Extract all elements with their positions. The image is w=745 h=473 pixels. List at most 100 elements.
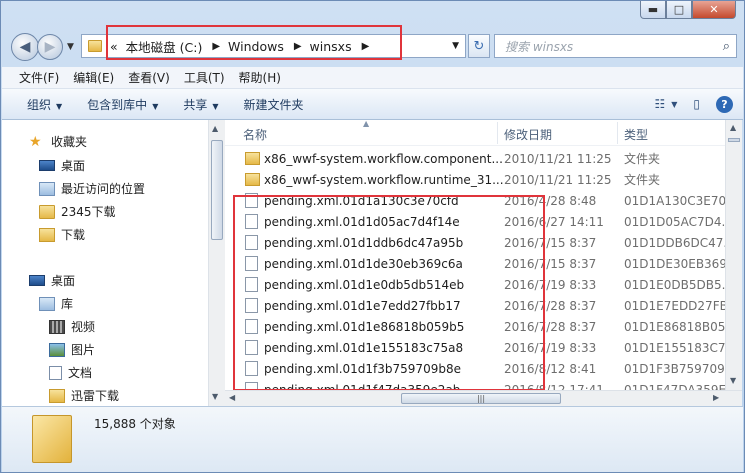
back-button[interactable]: ◀ (11, 33, 39, 61)
menu-file[interactable]: 文件(F) (19, 69, 59, 86)
thunder-folder-icon (49, 388, 65, 403)
scroll-right-icon[interactable]: ▶ (713, 393, 719, 402)
file-type: 01D1A130C3E70... (624, 193, 725, 208)
sidebar-item-downloads[interactable]: 下载 (39, 226, 85, 243)
scrollbar-thumb[interactable]: ||| (401, 393, 561, 404)
preview-pane-icon[interactable]: ▯ (693, 97, 700, 111)
sidebar-item-desktop-root[interactable]: 桌面 (29, 272, 75, 289)
document-icon (49, 365, 62, 380)
horizontal-scrollbar[interactable]: ◀ ||| ▶ (225, 390, 742, 406)
desktop-icon (29, 275, 45, 286)
maximize-button[interactable]: □ (666, 1, 692, 19)
view-dropdown-icon[interactable]: ▼ (671, 100, 677, 109)
file-type: 01D1DDB6DC47... (624, 235, 725, 250)
column-header-name[interactable]: 名称 (243, 126, 267, 143)
column-headers: ▲ 名称 修改日期 类型 (225, 120, 725, 146)
scroll-up-icon[interactable]: ▲ (730, 123, 736, 132)
file-name: x86_wwf-system.workflow.runtime_31... (264, 172, 504, 187)
libraries-icon (39, 296, 55, 311)
annotation-red-box-files (233, 195, 545, 391)
file-type: 文件夹 (624, 152, 661, 166)
sort-ascending-icon: ▲ (363, 120, 370, 128)
scroll-up-icon[interactable]: ▲ (212, 124, 218, 133)
navigation-pane-scrollbar[interactable]: ▲ ▼ (208, 120, 225, 406)
close-button[interactable]: ✕ (692, 1, 736, 19)
star-icon: ★ (29, 133, 42, 150)
sidebar-item-libraries[interactable]: 库 (39, 295, 73, 312)
column-header-date[interactable]: 修改日期 (504, 126, 552, 143)
refresh-button[interactable]: ↻ (468, 34, 490, 58)
navigation-buttons: ◀ ▶ ▼ (11, 33, 74, 61)
file-date: 2010/11/21 11:25 (504, 151, 612, 166)
file-row[interactable]: x86_wwf-system.workflow.runtime_31... 201… (225, 169, 725, 190)
folder-icon (88, 40, 102, 52)
folder-icon (245, 152, 260, 165)
share-button[interactable]: 共享 ▼ (183, 96, 218, 113)
file-type: 01D1E7EDD27FB... (624, 298, 725, 313)
search-input[interactable]: 搜索 winsxs ⌕ (494, 34, 737, 58)
item-count: 15,888 个对象 (94, 417, 176, 431)
file-type: 01D1E86818B05... (624, 319, 725, 334)
column-header-type[interactable]: 类型 (624, 126, 648, 143)
command-bar: 组织 ▼ 包含到库中 ▼ 共享 ▼ 新建文件夹 ☷ ▼ ▯ ? (2, 89, 743, 120)
scrollbar-thumb[interactable] (211, 140, 223, 240)
sidebar-item-documents[interactable]: 文档 (49, 364, 92, 381)
menu-view[interactable]: 查看(V) (128, 69, 170, 86)
include-in-library-button[interactable]: 包含到库中 ▼ (87, 96, 158, 113)
file-type: 01D1F47DA359E... (624, 382, 725, 391)
video-icon (49, 319, 65, 334)
file-type: 01D1F3B759709... (624, 361, 725, 376)
file-type: 01D1E0DB5DB5... (624, 277, 725, 292)
sidebar-item-pictures[interactable]: 图片 (49, 341, 95, 358)
scroll-down-icon[interactable]: ▼ (730, 376, 736, 385)
file-row[interactable]: x86_wwf-system.workflow.component... 2010… (225, 148, 725, 169)
folder-icon (245, 173, 260, 186)
menu-bar: 文件(F) 编辑(E) 查看(V) 工具(T) 帮助(H) (2, 67, 743, 89)
scrollbar-thumb[interactable] (728, 138, 740, 142)
downloads-folder-icon (39, 227, 55, 242)
search-icon[interactable]: ⌕ (723, 39, 730, 54)
desktop-icon (39, 160, 55, 171)
sidebar-item-thunder-download[interactable]: 迅雷下载 (49, 387, 119, 404)
folder-icon (39, 204, 55, 219)
new-folder-button[interactable]: 新建文件夹 (244, 96, 304, 113)
recent-pages-dropdown-icon[interactable]: ▼ (67, 42, 74, 52)
help-icon[interactable]: ? (716, 95, 733, 113)
sidebar-item-favorites[interactable]: ★ 收藏夹 (29, 133, 87, 150)
navigation-pane: ★ 收藏夹 桌面 最近访问的位置 2345下载 下载 桌面 库 视频 图片 文档 … (2, 120, 208, 406)
recent-places-icon (39, 181, 55, 196)
minimize-button[interactable]: ▬ (640, 1, 666, 19)
folder-icon (32, 415, 72, 463)
search-placeholder: 搜索 winsxs (505, 39, 574, 54)
menu-help[interactable]: 帮助(H) (239, 69, 281, 86)
chevron-down-icon: ▼ (212, 101, 219, 111)
sidebar-item-videos[interactable]: 视频 (49, 318, 95, 335)
column-divider[interactable] (617, 122, 618, 144)
details-pane: 15,888 个对象 (2, 406, 743, 472)
file-date: 2010/11/21 11:25 (504, 172, 612, 187)
scroll-left-icon[interactable]: ◀ (229, 393, 235, 402)
file-list-scrollbar[interactable]: ▲ ▼ (725, 120, 742, 390)
chevron-down-icon: ▼ (56, 101, 63, 111)
explorer-window: ▬ □ ✕ ◀ ▶ ▼ « 本地磁盘 (C:) ▶ Windows ▶ wins… (0, 0, 745, 473)
menu-edit[interactable]: 编辑(E) (73, 69, 114, 86)
file-type: 01D1DE30EB369... (624, 256, 725, 271)
column-divider[interactable] (497, 122, 498, 144)
caption-buttons: ▬ □ ✕ (640, 1, 736, 19)
file-type: 01D1D05AC7D4... (624, 214, 725, 229)
file-type: 01D1E155183C7... (624, 340, 725, 355)
address-dropdown-icon[interactable]: ▼ (452, 41, 459, 51)
file-name: x86_wwf-system.workflow.component... (264, 151, 503, 166)
annotation-red-box-address (106, 25, 402, 60)
view-controls: ☷ ▼ ▯ ? (638, 95, 733, 113)
sidebar-item-2345-download[interactable]: 2345下载 (39, 203, 116, 220)
forward-button[interactable]: ▶ (37, 34, 63, 60)
scroll-down-icon[interactable]: ▼ (212, 392, 218, 401)
sidebar-item-recent[interactable]: 最近访问的位置 (39, 180, 145, 197)
organize-button[interactable]: 组织 ▼ (27, 96, 62, 113)
pictures-icon (49, 342, 65, 357)
chevron-down-icon: ▼ (152, 101, 159, 111)
change-view-icon[interactable]: ☷ (654, 97, 665, 111)
sidebar-item-desktop[interactable]: 桌面 (39, 157, 85, 174)
menu-tools[interactable]: 工具(T) (184, 69, 225, 86)
